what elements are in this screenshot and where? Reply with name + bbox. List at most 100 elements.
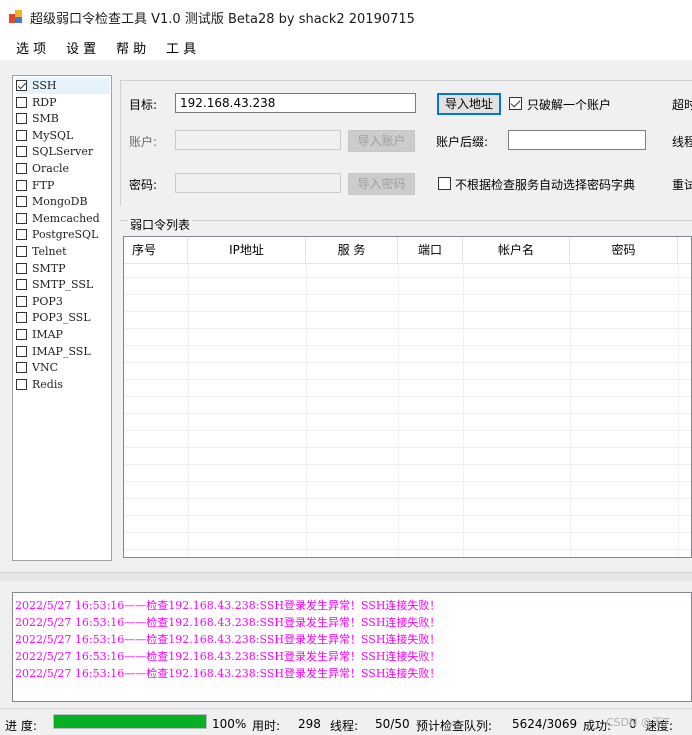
service-item-imap_ssl[interactable]: IMAP_SSL	[16, 344, 110, 360]
progress-bar	[53, 714, 207, 729]
column-header-username[interactable]: 帐户名	[463, 237, 570, 263]
log-panel[interactable]: 2022/5/27 16:53:16——检查192.168.43.238:SSH…	[12, 592, 692, 702]
service-label: SMTP	[32, 261, 66, 275]
service-item-pop3_ssl[interactable]: POP3_SSL	[16, 310, 110, 326]
service-checkbox[interactable]	[16, 295, 27, 307]
import-address-button[interactable]: 导入地址	[437, 93, 501, 115]
progress-label: 进 度:	[5, 719, 37, 733]
column-header-ip[interactable]: IP地址	[188, 237, 306, 263]
service-item-ftp[interactable]: FTP	[16, 178, 110, 194]
service-label: IMAP_SSL	[32, 344, 91, 358]
table-row	[124, 328, 691, 329]
account-suffix-input[interactable]	[508, 130, 646, 150]
service-checkbox[interactable]	[16, 312, 27, 324]
service-checkbox[interactable]	[16, 179, 27, 191]
service-checkbox[interactable]	[16, 362, 27, 374]
import-password-button[interactable]: 导入密码	[348, 173, 415, 195]
password-label: 密码:	[129, 178, 158, 192]
service-label: VNC	[32, 361, 58, 375]
service-item-sqlserver[interactable]: SQLServer	[16, 144, 110, 160]
table-column-divider	[678, 263, 679, 557]
queue-label: 预计检查队列:	[416, 719, 493, 733]
menu-help[interactable]: 帮 助	[116, 38, 146, 57]
auto-dict-checkbox[interactable]	[438, 177, 451, 190]
service-item-mysql[interactable]: MySQL	[16, 128, 110, 144]
menu-tools[interactable]: 工 具	[166, 38, 196, 57]
service-checkbox[interactable]	[16, 378, 27, 390]
account-label: 账户:	[129, 135, 158, 149]
column-header-password[interactable]: 密码	[570, 237, 678, 263]
service-label: RDP	[32, 95, 57, 109]
service-item-vnc[interactable]: VNC	[16, 360, 110, 376]
menu-bar: 选 项 设 置 帮 助 工 具	[0, 32, 692, 60]
service-checkbox[interactable]	[16, 196, 27, 208]
service-item-redis[interactable]: Redis	[16, 377, 110, 393]
service-checkbox[interactable]	[16, 279, 27, 291]
service-label: POP3	[32, 294, 63, 308]
service-checkbox[interactable]	[16, 96, 27, 108]
service-checkbox[interactable]	[16, 163, 27, 174]
service-item-rdp[interactable]: RDP	[16, 95, 110, 111]
service-checkbox[interactable]	[16, 246, 27, 257]
crack-one-checkbox[interactable]	[509, 97, 522, 110]
table-column-divider	[398, 263, 399, 557]
log-line: 2022/5/27 16:53:16——检查192.168.43.238:SSH…	[15, 667, 441, 680]
menu-options[interactable]: 选 项	[16, 38, 46, 57]
table-row	[124, 481, 691, 482]
service-label: Telnet	[32, 245, 67, 258]
service-item-mongodb[interactable]: MongoDB	[16, 194, 110, 210]
service-item-imap[interactable]: IMAP	[16, 327, 110, 343]
table-header: 序号 IP地址 服 务 端口 帐户名 密码	[124, 237, 691, 264]
service-label: MongoDB	[32, 195, 88, 209]
queue-value: 5624/3069	[512, 717, 578, 731]
service-item-pop3[interactable]: POP3	[16, 294, 110, 310]
service-checkbox[interactable]	[16, 262, 27, 274]
service-checkbox[interactable]	[16, 212, 27, 224]
service-item-oracle[interactable]: Oracle	[16, 161, 110, 177]
target-label: 目标:	[129, 98, 158, 112]
results-table[interactable]: 序号 IP地址 服 务 端口 帐户名 密码	[123, 236, 692, 558]
table-column-divider	[570, 263, 571, 557]
import-account-button[interactable]: 导入账户	[348, 130, 415, 152]
account-input[interactable]	[175, 130, 341, 150]
table-row	[124, 515, 691, 516]
target-input[interactable]: 192.168.43.238	[175, 93, 416, 113]
log-line: 2022/5/27 16:53:16——检查192.168.43.238:SSH…	[15, 616, 441, 629]
threads-status-value: 50/50	[375, 717, 410, 731]
menu-settings[interactable]: 设 置	[66, 38, 96, 57]
service-item-smtp_ssl[interactable]: SMTP_SSL	[16, 277, 110, 293]
service-checkbox[interactable]	[16, 229, 27, 241]
threads-status-label: 线程:	[330, 719, 359, 733]
table-row	[124, 362, 691, 363]
table-row	[124, 277, 691, 278]
timeout-label: 超时	[672, 98, 692, 112]
service-checkbox[interactable]	[16, 129, 27, 141]
service-label: SMTP_SSL	[32, 278, 94, 292]
service-checkbox[interactable]	[16, 146, 27, 158]
service-label: SQLServer	[32, 145, 94, 159]
service-checkbox[interactable]	[16, 80, 27, 91]
results-title: 弱口令列表	[128, 216, 193, 233]
log-line: 2022/5/27 16:53:16——检查192.168.43.238:SSH…	[15, 650, 441, 663]
panel-splitter[interactable]	[0, 572, 692, 581]
service-checkbox[interactable]	[16, 113, 27, 125]
service-item-memcached[interactable]: Memcached	[16, 211, 110, 227]
service-item-postgresql[interactable]: PostgreSQL	[16, 227, 110, 243]
service-item-telnet[interactable]: Telnet	[16, 244, 110, 260]
table-row	[124, 311, 691, 312]
table-row	[124, 464, 691, 465]
log-line: 2022/5/27 16:53:16——检查192.168.43.238:SSH…	[15, 633, 441, 646]
service-checkbox[interactable]	[16, 345, 27, 357]
service-checkbox[interactable]	[16, 329, 27, 340]
column-header-service[interactable]: 服 务	[306, 237, 398, 263]
password-input[interactable]	[175, 173, 341, 193]
service-item-smb[interactable]: SMB	[16, 111, 110, 127]
column-header-port[interactable]: 端口	[398, 237, 463, 263]
service-checklist: SSH RDP SMB MySQL SQLServer Oracle FTP MongoDB M…	[12, 75, 112, 561]
service-label: POP3_SSL	[32, 311, 91, 325]
threads-label: 线程	[672, 135, 692, 149]
column-header-index[interactable]: 序号	[124, 237, 188, 263]
service-item-smtp[interactable]: SMTP	[16, 261, 110, 277]
service-item-ssh[interactable]: SSH	[16, 78, 110, 94]
table-row	[124, 498, 691, 499]
